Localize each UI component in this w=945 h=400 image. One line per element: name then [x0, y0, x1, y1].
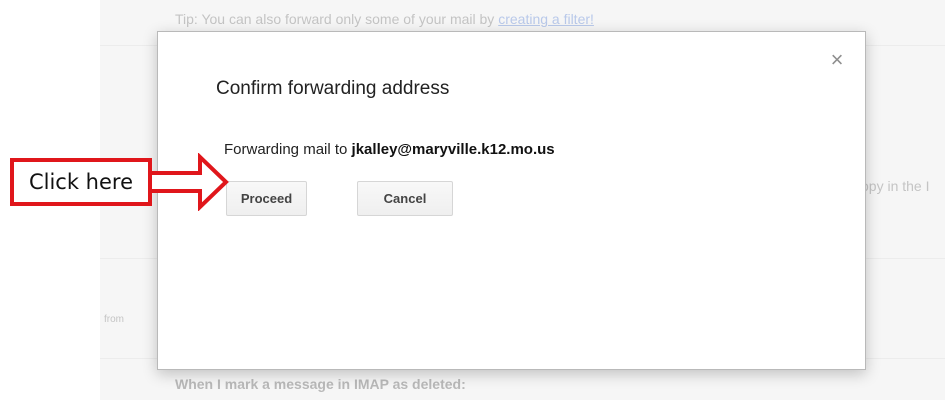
confirm-forwarding-dialog: × Confirm forwarding address Forwarding …: [157, 31, 866, 370]
dialog-title: Confirm forwarding address: [216, 78, 450, 99]
close-icon[interactable]: ×: [827, 49, 847, 71]
click-here-callout: Click here: [10, 158, 152, 206]
forwarding-email: jkalley@maryville.k12.mo.us: [351, 141, 555, 158]
proceed-button[interactable]: Proceed: [226, 181, 307, 216]
create-filter-link[interactable]: creating a filter!: [498, 11, 594, 27]
cancel-button[interactable]: Cancel: [357, 181, 453, 216]
background-tip-text: Tip: You can also forward only some of y…: [175, 11, 499, 27]
background-imap-heading: When I mark a message in IMAP as deleted…: [175, 376, 466, 392]
background-copy-text: opy in the I: [861, 178, 930, 194]
screen: Tip: You can also forward only some of y…: [0, 0, 945, 400]
background-from-text: from: [104, 314, 124, 325]
background-tip: Tip: You can also forward only some of y…: [175, 11, 594, 27]
pointer-arrow-icon: [148, 153, 229, 211]
message-prefix: Forwarding mail to: [224, 141, 352, 158]
dialog-message: Forwarding mail to jkalley@maryville.k12…: [224, 141, 555, 158]
